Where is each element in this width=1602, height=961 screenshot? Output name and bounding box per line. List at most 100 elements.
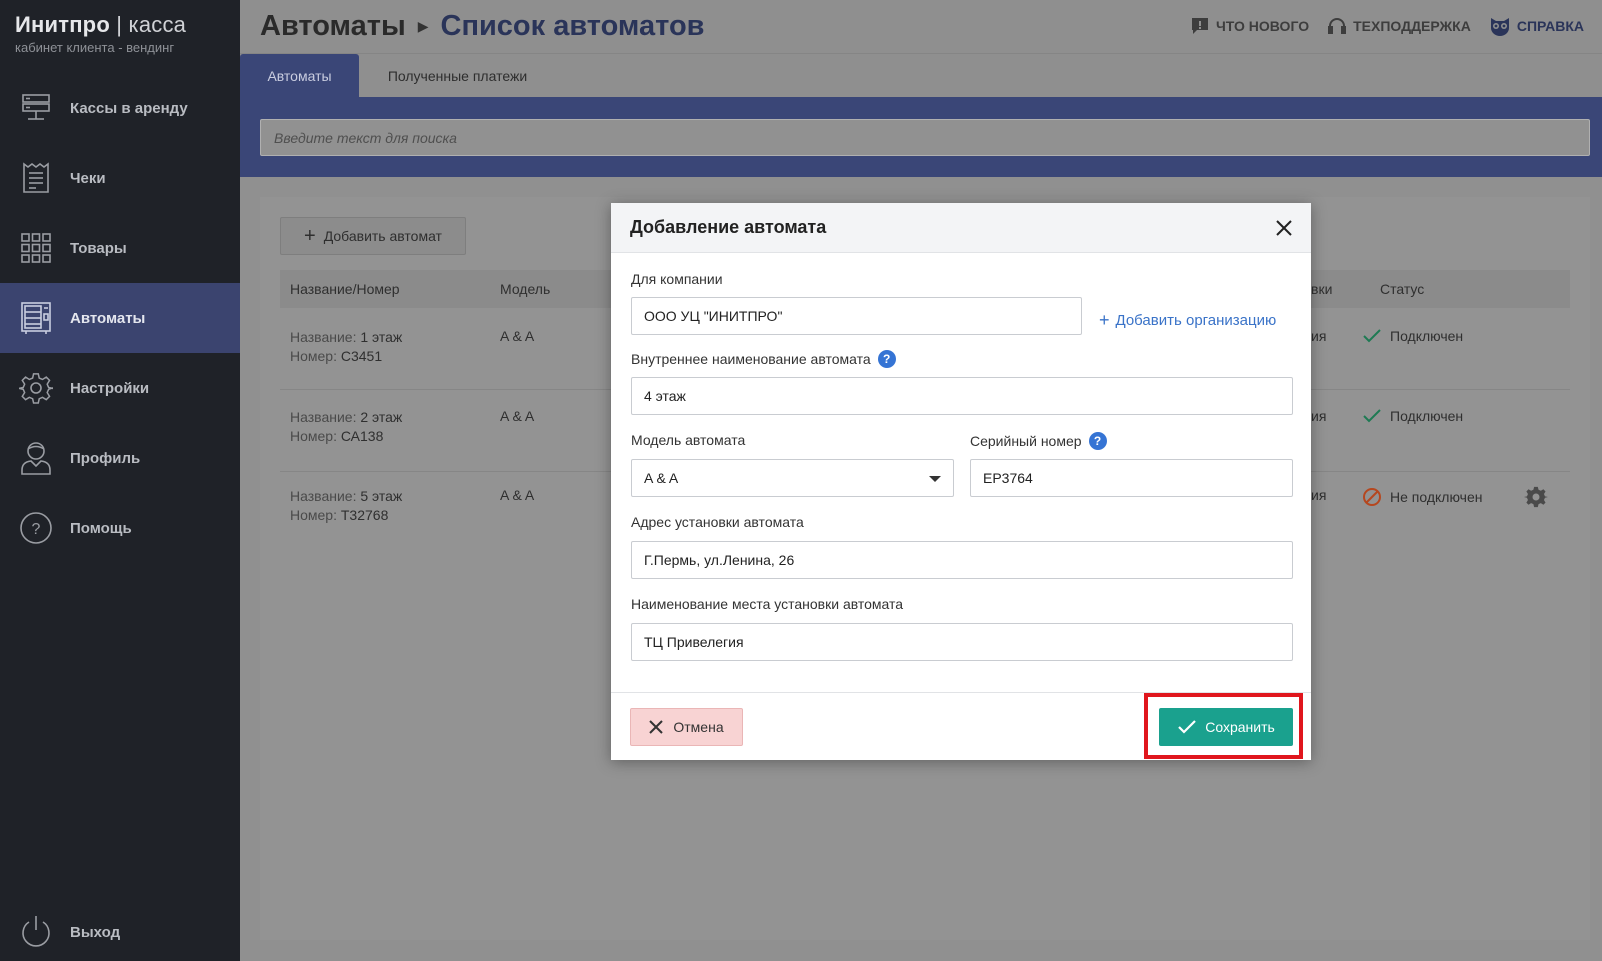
- whats-new-label: ЧТО НОВОГО: [1215, 18, 1310, 34]
- cell-model: A & A: [500, 408, 535, 424]
- row-name: Название: 2 этаж: [290, 408, 402, 427]
- cell-name: Название: 2 этаж Номер: СА138: [290, 408, 402, 446]
- save-button-highlight: [1144, 693, 1303, 759]
- internal-name-input[interactable]: 4 этаж: [631, 377, 1293, 415]
- row-settings-button[interactable]: [1524, 485, 1548, 512]
- close-icon: [649, 720, 664, 734]
- search-band: [240, 97, 1602, 177]
- logout-button[interactable]: Выход: [0, 897, 240, 961]
- tabs: Автоматы Полученные платежи: [240, 54, 1602, 97]
- plus-icon: +: [304, 225, 316, 247]
- forbidden-icon: [1363, 488, 1381, 506]
- cell-partial: ия: [1311, 408, 1327, 424]
- sidebar-item-label: Настройки: [70, 379, 150, 397]
- svg-text:?: ?: [32, 521, 41, 538]
- brand-name: Инитпро: [15, 12, 110, 37]
- add-organization-label: Добавить организацию: [1115, 312, 1277, 329]
- name-value: 5 этаж: [360, 488, 403, 504]
- help-label: СПРАВКА: [1516, 18, 1584, 34]
- support-link[interactable]: ТЕХПОДДЕРЖКА: [1327, 16, 1471, 36]
- cell-partial: ия: [1311, 487, 1327, 503]
- dialog-header: Добавление автомата: [611, 203, 1311, 253]
- grid-icon: [18, 230, 54, 266]
- check-icon: [1363, 329, 1381, 343]
- column-header-partial: вки: [1311, 281, 1333, 297]
- add-machine-dialog: Добавление автомата Для компании ООО УЦ …: [611, 203, 1311, 760]
- sidebar-item-label: Помощь: [70, 519, 132, 537]
- sidebar-item-rent[interactable]: Кассы в аренду: [0, 73, 240, 143]
- place-input[interactable]: ТЦ Привелегия: [631, 623, 1293, 661]
- logout-label: Выход: [70, 923, 121, 941]
- sidebar-item-profile[interactable]: Профиль: [0, 423, 240, 493]
- header: Автоматы ▶ Список автоматов ЧТО НОВОГО Т…: [240, 0, 1602, 54]
- row-number: Номер: СА138: [290, 427, 402, 446]
- cell-name: Название: 5 этаж Номер: Т32768: [290, 487, 402, 525]
- help-tooltip-icon[interactable]: ?: [1088, 432, 1107, 450]
- user-icon: [18, 440, 54, 476]
- support-label: ТЕХПОДДЕРЖКА: [1353, 18, 1471, 34]
- search-input[interactable]: [260, 119, 1590, 156]
- number-key: Номер:: [290, 348, 341, 364]
- sidebar-nav: Кассы в аренду Чеки Товары Автоматы Наст…: [0, 73, 240, 563]
- add-machine-button[interactable]: + Добавить автомат: [280, 217, 466, 255]
- brand-title: Инитпро | касса: [15, 12, 186, 38]
- add-organization-link[interactable]: + Добавить организацию: [1099, 310, 1276, 331]
- breadcrumb-arrow-icon: ▶: [417, 18, 429, 34]
- row-number: Номер: С3451: [290, 347, 402, 366]
- company-value: ООО УЦ "ИНИТПРО": [644, 308, 783, 324]
- help-tooltip-icon[interactable]: ?: [877, 350, 896, 368]
- address-input[interactable]: Г.Пермь, ул.Ленина, 26: [631, 541, 1293, 579]
- sidebar-item-machines[interactable]: Автоматы: [0, 283, 240, 353]
- status-label: Подключен: [1390, 408, 1464, 424]
- check-icon: [1363, 409, 1381, 423]
- model-label: Модель автомата: [631, 432, 745, 448]
- close-button[interactable]: [1271, 215, 1297, 241]
- model-label-text: Модель автомата: [631, 432, 746, 448]
- dropdown-caret-icon: [929, 476, 941, 482]
- help-link[interactable]: СПРАВКА: [1489, 16, 1584, 36]
- vending-machine-icon: [18, 300, 54, 336]
- sidebar-item-help[interactable]: ? Помощь: [0, 493, 240, 563]
- owl-icon: [1490, 18, 1509, 36]
- number-value: С3451: [340, 348, 383, 364]
- cell-model: A & A: [500, 487, 535, 503]
- breadcrumb: Автоматы ▶ Список автоматов: [260, 10, 705, 43]
- status-badge: Подключен: [1362, 328, 1463, 344]
- column-header-name: Название/Номер: [290, 281, 400, 297]
- number-value: Т32768: [340, 507, 389, 523]
- place-value: ТЦ Привелегия: [644, 634, 744, 650]
- company-select[interactable]: ООО УЦ "ИНИТПРО": [631, 297, 1082, 335]
- sidebar-item-label: Товары: [70, 239, 127, 257]
- sidebar-item-settings[interactable]: Настройки: [0, 353, 240, 423]
- breadcrumb-root[interactable]: Автоматы: [260, 10, 406, 43]
- status-badge: Не подключен: [1362, 487, 1482, 507]
- gear-icon: [1524, 486, 1548, 508]
- sidebar-item-goods[interactable]: Товары: [0, 213, 240, 283]
- plus-icon: +: [1099, 310, 1110, 330]
- sidebar-item-label: Профиль: [70, 449, 141, 467]
- gear-icon: [18, 370, 54, 406]
- tab-payments[interactable]: Полученные платежи: [370, 54, 545, 97]
- address-value: Г.Пермь, ул.Ленина, 26: [644, 552, 795, 568]
- server-icon: [18, 90, 54, 126]
- company-label-text: Для компании: [631, 271, 723, 287]
- sidebar-item-label: Автоматы: [70, 309, 146, 327]
- serial-label-text: Серийный номер: [970, 433, 1082, 449]
- logout-area: Выход: [0, 897, 240, 961]
- row-name: Название: 5 этаж: [290, 487, 402, 506]
- model-select[interactable]: A & A: [631, 459, 954, 497]
- cancel-label: Отмена: [673, 719, 724, 735]
- sidebar-item-receipts[interactable]: Чеки: [0, 143, 240, 213]
- row-number: Номер: Т32768: [290, 506, 402, 525]
- place-label-text: Наименование места установки автомата: [631, 596, 904, 612]
- name-key: Название:: [290, 488, 361, 504]
- internal-name-label: Внутреннее наименование автомата?: [631, 350, 896, 368]
- internal-name-value: 4 этаж: [644, 388, 686, 404]
- internal-name-label-text: Внутреннее наименование автомата: [631, 351, 871, 367]
- whats-new-link[interactable]: ЧТО НОВОГО: [1190, 16, 1309, 36]
- name-value: 1 этаж: [360, 329, 403, 345]
- serial-input[interactable]: ЕР3764: [970, 459, 1293, 497]
- cancel-button[interactable]: Отмена: [630, 708, 743, 746]
- message-alert-icon: [1191, 18, 1208, 34]
- tab-machines[interactable]: Автоматы: [240, 54, 359, 97]
